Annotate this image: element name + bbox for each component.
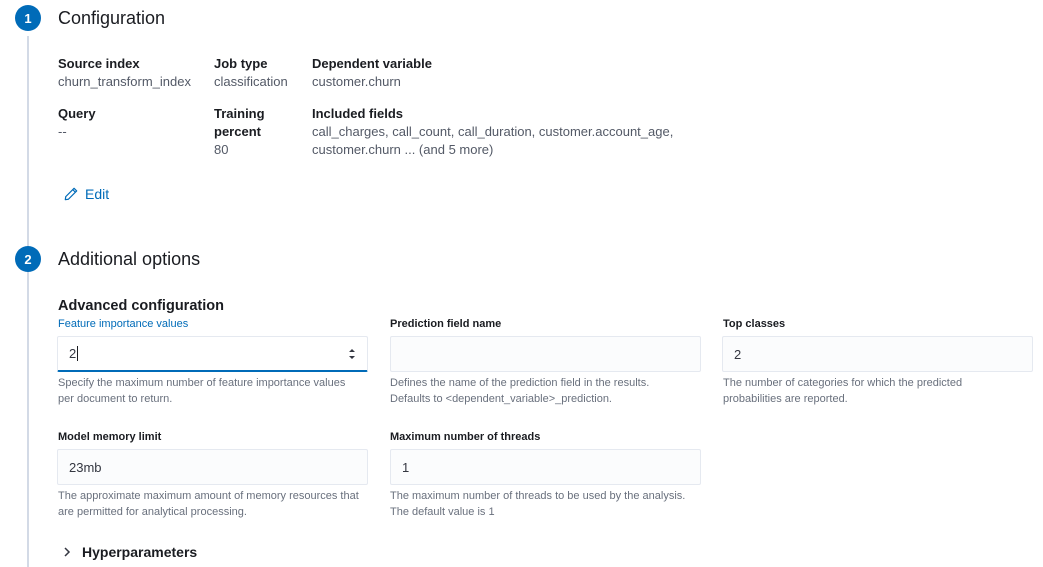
summary-included-fields-title: Included fields [312, 106, 404, 121]
feature-importance-input[interactable]: 2 [57, 336, 368, 372]
summary-query-title: Query [58, 106, 96, 121]
summary-training-percent-title-1: Training [214, 106, 265, 121]
feature-importance-help: Specify the maximum number of feature im… [58, 375, 373, 407]
model-memory-value: 23mb [69, 459, 102, 475]
summary-dependent-variable-title: Dependent variable [312, 56, 432, 71]
model-memory-label: Model memory limit [58, 431, 162, 443]
summary-dependent-variable: Dependent variable customer.churn [312, 55, 432, 91]
top-classes-value: 2 [734, 346, 742, 362]
feature-importance-help-line-1: Specify the maximum number of feature im… [58, 377, 346, 389]
model-memory-help: The approximate maximum amount of memory… [58, 488, 373, 520]
prediction-field-help-line-1: Defines the name of the prediction field… [390, 377, 650, 389]
step-connector-line [27, 36, 29, 567]
feature-importance-help-line-2: per document to return. [58, 393, 173, 405]
max-threads-value: 1 [402, 459, 410, 475]
advanced-configuration-title: Advanced configuration [58, 298, 224, 314]
prediction-field-help: Defines the name of the prediction field… [390, 375, 705, 407]
summary-job-type-title: Job type [214, 56, 268, 71]
text-caret [77, 346, 79, 361]
summary-query-value: -- [58, 124, 67, 139]
top-classes-help-line-1: The number of categories for which the p… [723, 377, 963, 389]
max-threads-input[interactable]: 1 [390, 449, 701, 485]
summary-included-fields-line-1: call_charges, call_count, call_duration,… [312, 124, 674, 139]
edit-button[interactable]: Edit [64, 186, 109, 202]
feature-importance-value: 2 [69, 346, 77, 361]
hyperparameters-label: Hyperparameters [82, 544, 198, 560]
summary-dependent-variable-value: customer.churn [312, 74, 401, 89]
top-classes-input[interactable]: 2 [722, 336, 1033, 372]
top-classes-label: Top classes [723, 318, 786, 330]
max-threads-label: Maximum number of threads [390, 431, 541, 443]
summary-job-type: Job type classification [214, 55, 288, 91]
summary-training-percent: Training percent 80 [214, 105, 265, 159]
summary-training-percent-value: 80 [214, 142, 229, 157]
hyperparameters-toggle[interactable]: Hyperparameters [62, 544, 197, 560]
prediction-field-input[interactable] [390, 336, 701, 372]
summary-included-fields: Included fields call_charges, call_count… [312, 105, 673, 159]
step-1-title: Configuration [58, 8, 166, 28]
feature-importance-label: Feature importance values [58, 318, 189, 330]
top-classes-help: The number of categories for which the p… [723, 375, 1038, 407]
model-memory-help-line-1: The approximate maximum amount of memory… [58, 490, 359, 502]
summary-source-index-title: Source index [58, 56, 140, 71]
prediction-field-label: Prediction field name [390, 318, 502, 330]
prediction-field-help-line-2: Defaults to <dependent_variable>_predict… [390, 393, 612, 405]
max-threads-help-line-1: The maximum number of threads to be used… [390, 490, 686, 502]
chevron-right-icon [64, 547, 71, 557]
top-classes-help-line-2: probabilities are reported. [723, 393, 848, 405]
summary-training-percent-title-2: percent [214, 124, 261, 139]
summary-job-type-value: classification [214, 74, 288, 89]
max-threads-help-line-2: The default value is 1 [390, 506, 495, 518]
summary-source-index-value: churn_transform_index [58, 74, 191, 89]
step-2-title: Additional options [58, 249, 201, 269]
pencil-icon [64, 187, 78, 201]
number-stepper-icon[interactable] [348, 347, 356, 361]
step-2-number: 2 [15, 246, 41, 272]
summary-query: Query -- [58, 105, 96, 141]
model-memory-help-line-2: are permitted for analytical processing. [58, 506, 247, 518]
edit-label: Edit [85, 186, 110, 202]
summary-source-index: Source index churn_transform_index [58, 55, 191, 91]
model-memory-input[interactable]: 23mb [57, 449, 368, 485]
step-1-number: 1 [15, 5, 41, 31]
summary-included-fields-line-2: customer.churn ... (and 5 more) [312, 142, 494, 157]
max-threads-help: The maximum number of threads to be used… [390, 488, 705, 520]
